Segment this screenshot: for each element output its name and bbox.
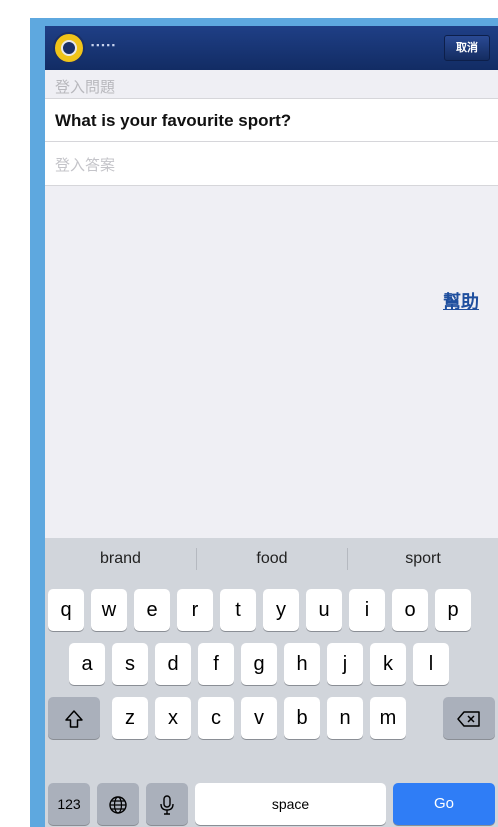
delete-key[interactable] xyxy=(443,697,495,739)
key-u[interactable]: u xyxy=(306,589,342,631)
key-a[interactable]: a xyxy=(69,643,105,685)
key-g[interactable]: g xyxy=(241,643,277,685)
key-n[interactable]: n xyxy=(327,697,363,739)
brand-text: ▪▪▪▪▪ xyxy=(91,40,117,50)
key-f[interactable]: f xyxy=(198,643,234,685)
help-link[interactable]: 幫助 xyxy=(443,288,479,314)
suggestion-brand[interactable]: brand xyxy=(45,538,196,580)
key-q[interactable]: q xyxy=(48,589,84,631)
cancel-button[interactable]: 取消 xyxy=(444,35,490,61)
space-key[interactable]: space xyxy=(195,783,386,825)
key-m[interactable]: m xyxy=(370,697,406,739)
key-e[interactable]: e xyxy=(134,589,170,631)
answer-input[interactable] xyxy=(53,150,487,180)
key-o[interactable]: o xyxy=(392,589,428,631)
answer-field[interactable] xyxy=(45,142,498,186)
key-r[interactable]: r xyxy=(177,589,213,631)
key-x[interactable]: x xyxy=(155,697,191,739)
key-d[interactable]: d xyxy=(155,643,191,685)
key-p[interactable]: p xyxy=(435,589,471,631)
key-j[interactable]: j xyxy=(327,643,363,685)
suggestion-food[interactable]: food xyxy=(197,538,347,580)
top-bar: ▪▪▪▪▪ 取消 xyxy=(45,26,498,70)
key-c[interactable]: c xyxy=(198,697,234,739)
question-label: 登入問題 xyxy=(55,79,116,96)
microphone-icon xyxy=(160,795,174,815)
question-text: What is your favourite sport? xyxy=(55,111,292,130)
key-k[interactable]: k xyxy=(370,643,406,685)
shift-icon xyxy=(65,709,83,728)
logo-emblem-inner xyxy=(61,40,77,56)
key-z[interactable]: z xyxy=(112,697,148,739)
key-w[interactable]: w xyxy=(91,589,127,631)
microphone-key[interactable] xyxy=(146,783,188,825)
backspace-icon xyxy=(457,710,480,727)
keyboard: brand food sport q w e r t y u i o p a s… xyxy=(45,538,498,827)
suggestion-sport[interactable]: sport xyxy=(348,538,498,580)
key-v[interactable]: v xyxy=(241,697,277,739)
key-l[interactable]: l xyxy=(413,643,449,685)
numbers-key[interactable]: 123 xyxy=(48,783,90,825)
globe-icon xyxy=(109,796,127,814)
key-i[interactable]: i xyxy=(349,589,385,631)
key-y[interactable]: y xyxy=(263,589,299,631)
question-field: What is your favourite sport? xyxy=(45,98,498,142)
app-frame: ▪▪▪▪▪ 取消 登入問題 What is your favourite spo… xyxy=(30,18,498,827)
globe-key[interactable] xyxy=(97,783,139,825)
logo-emblem-icon xyxy=(53,32,85,64)
shift-key[interactable] xyxy=(48,697,100,739)
app-screen: ▪▪▪▪▪ 取消 登入問題 What is your favourite spo… xyxy=(45,26,498,827)
key-t[interactable]: t xyxy=(220,589,256,631)
go-key[interactable]: Go xyxy=(393,783,495,825)
key-h[interactable]: h xyxy=(284,643,320,685)
key-b[interactable]: b xyxy=(284,697,320,739)
key-s[interactable]: s xyxy=(112,643,148,685)
